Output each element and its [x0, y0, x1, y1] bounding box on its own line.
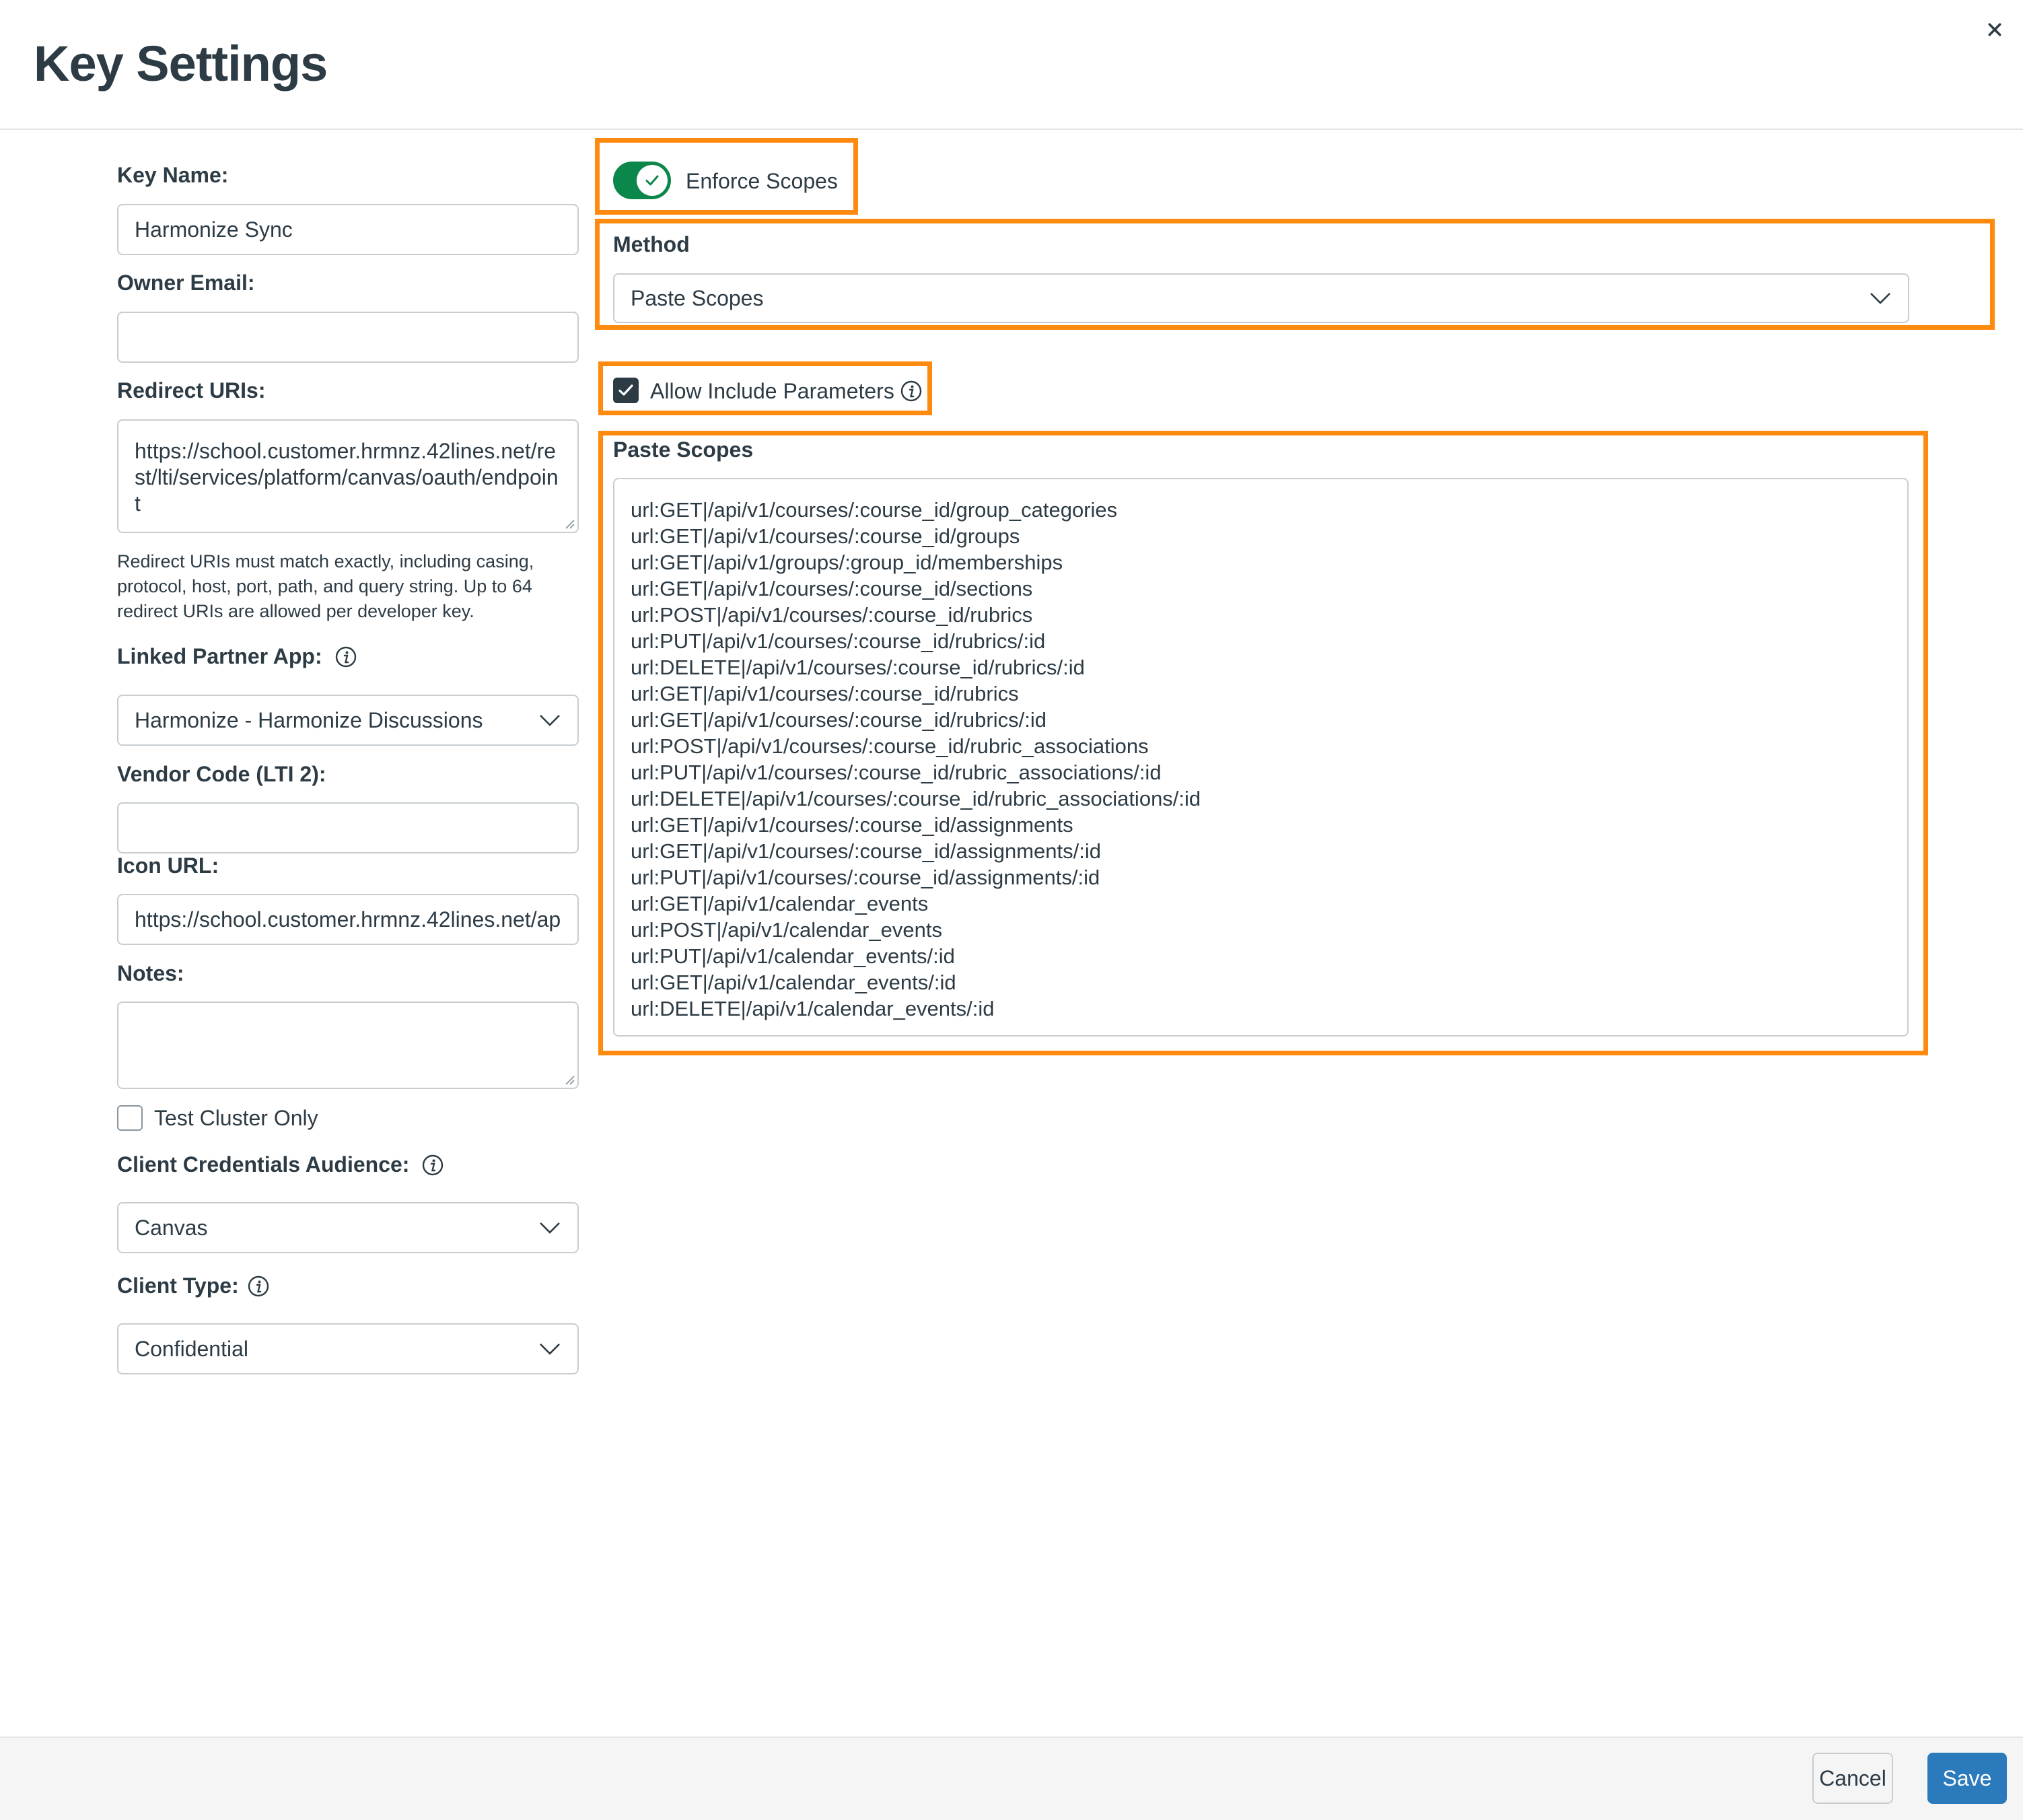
- paste-scopes-label: Paste Scopes: [613, 438, 754, 462]
- client-type-label: Client Type:: [117, 1273, 270, 1298]
- info-icon[interactable]: [900, 380, 923, 403]
- chevron-down-icon: [540, 1343, 560, 1355]
- owner-email-input[interactable]: [117, 312, 579, 363]
- key-name-value: Harmonize Sync: [135, 217, 293, 242]
- icon-url-input[interactable]: https://school.customer.hrmnz.42lines.ne…: [117, 894, 579, 945]
- dialog-title: Key Settings: [34, 36, 328, 92]
- scope-line: url:GET|/api/v1/courses/:course_id/assig…: [631, 813, 1073, 837]
- scope-line: url:GET|/api/v1/courses/:course_id/assig…: [631, 839, 1101, 863]
- resize-grip-icon[interactable]: [563, 517, 575, 529]
- client-credentials-audience-label: Client Credentials Audience:: [117, 1152, 444, 1177]
- client-credentials-audience-select[interactable]: Canvas: [117, 1202, 579, 1253]
- scope-line: url:GET|/api/v1/courses/:course_id/group…: [631, 524, 1020, 548]
- client-credentials-audience-value: Canvas: [135, 1215, 208, 1240]
- vendor-code-input[interactable]: [117, 802, 579, 853]
- redirect-uris-label: Redirect URIs:: [117, 378, 266, 403]
- info-icon[interactable]: [421, 1154, 444, 1177]
- notes-label: Notes:: [117, 961, 184, 985]
- dialog-footer: [0, 1737, 2023, 1820]
- chevron-down-icon: [540, 715, 560, 726]
- scope-line: url:DELETE|/api/v1/courses/:course_id/ru…: [631, 656, 1085, 679]
- vendor-code-label: Vendor Code (LTI 2):: [117, 762, 326, 786]
- cancel-button[interactable]: Cancel: [1812, 1753, 1893, 1804]
- method-value: Paste Scopes: [631, 285, 764, 310]
- scope-line: url:GET|/api/v1/groups/:group_id/members…: [631, 551, 1063, 574]
- linked-partner-app-select[interactable]: Harmonize - Harmonize Discussions: [117, 695, 579, 746]
- close-button[interactable]: [1983, 18, 2007, 42]
- scope-line: url:GET|/api/v1/courses/:course_id/rubri…: [631, 708, 1046, 732]
- method-label: Method: [613, 232, 690, 256]
- scope-line: url:GET|/api/v1/courses/:course_id/group…: [631, 498, 1118, 522]
- scope-line: url:DELETE|/api/v1/calendar_events/:id: [631, 997, 995, 1020]
- icon-url-value: https://school.customer.hrmnz.42lines.ne…: [135, 907, 561, 932]
- save-button[interactable]: Save: [1927, 1753, 2007, 1804]
- method-select[interactable]: Paste Scopes: [613, 273, 1909, 323]
- scope-line: url:POST|/api/v1/calendar_events: [631, 918, 942, 942]
- linked-partner-app-value: Harmonize - Harmonize Discussions: [135, 707, 483, 732]
- info-icon[interactable]: [334, 645, 357, 668]
- resize-grip-icon[interactable]: [563, 1073, 575, 1085]
- allow-include-parameters-label-text: Allow Include Parameters: [650, 378, 894, 403]
- allow-include-parameters-label: Allow Include Parameters: [650, 378, 923, 405]
- key-name-input[interactable]: Harmonize Sync: [117, 204, 579, 255]
- linked-partner-app-label-text: Linked Partner App:: [117, 644, 322, 668]
- close-icon: [1988, 23, 2001, 36]
- client-type-value: Confidential: [135, 1336, 248, 1361]
- redirect-uris-value: https://school.customer.hrmnz.42lines.ne…: [135, 439, 559, 516]
- client-credentials-audience-label-text: Client Credentials Audience:: [117, 1152, 410, 1177]
- owner-email-label: Owner Email:: [117, 271, 255, 295]
- scope-line: url:GET|/api/v1/calendar_events: [631, 892, 929, 915]
- scope-line: url:PUT|/api/v1/courses/:course_id/rubri…: [631, 629, 1046, 653]
- redirect-uris-textarea[interactable]: https://school.customer.hrmnz.42lines.ne…: [117, 419, 579, 533]
- scope-line: url:PUT|/api/v1/calendar_events/:id: [631, 944, 955, 968]
- icon-url-label: Icon URL:: [117, 853, 219, 878]
- checkmark-icon: [645, 175, 659, 186]
- test-cluster-only-checkbox[interactable]: [117, 1105, 143, 1131]
- notes-textarea[interactable]: [117, 1002, 579, 1089]
- key-name-label: Key Name:: [117, 163, 229, 187]
- scope-line: url:GET|/api/v1/calendar_events/:id: [631, 971, 956, 994]
- chevron-down-icon: [540, 1222, 560, 1234]
- checkmark-icon: [618, 384, 633, 396]
- chevron-down-icon: [1870, 293, 1890, 304]
- paste-scopes-textarea[interactable]: url:GET|/api/v1/courses/:course_id/group…: [613, 478, 1909, 1037]
- scope-line: url:POST|/api/v1/courses/:course_id/rubr…: [631, 734, 1149, 758]
- client-type-select[interactable]: Confidential: [117, 1323, 579, 1374]
- header-divider: [0, 129, 2023, 130]
- info-icon[interactable]: [247, 1275, 270, 1298]
- allow-include-parameters-checkbox[interactable]: [613, 378, 639, 403]
- toggle-knob: [637, 165, 668, 196]
- scope-line: url:PUT|/api/v1/courses/:course_id/assig…: [631, 866, 1100, 889]
- scope-line: url:DELETE|/api/v1/courses/:course_id/ru…: [631, 787, 1201, 810]
- scope-line: url:GET|/api/v1/courses/:course_id/secti…: [631, 577, 1033, 600]
- test-cluster-only-label: Test Cluster Only: [154, 1105, 318, 1130]
- enforce-scopes-toggle[interactable]: [613, 162, 671, 199]
- client-type-label-text: Client Type:: [117, 1273, 239, 1298]
- scope-line: url:POST|/api/v1/courses/:course_id/rubr…: [631, 603, 1033, 627]
- scope-line: url:GET|/api/v1/courses/:course_id/rubri…: [631, 682, 1019, 705]
- redirect-uris-help: Redirect URIs must match exactly, includ…: [117, 551, 534, 621]
- enforce-scopes-label: Enforce Scopes: [686, 168, 838, 193]
- linked-partner-app-label: Linked Partner App:: [117, 644, 357, 669]
- scope-line: url:PUT|/api/v1/courses/:course_id/rubri…: [631, 761, 1162, 784]
